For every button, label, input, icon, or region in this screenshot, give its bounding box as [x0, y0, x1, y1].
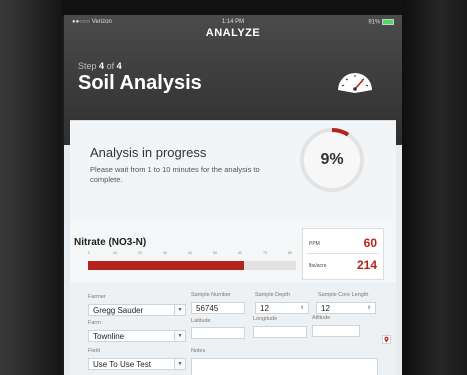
lbs-unit: lbs/acre — [309, 263, 327, 269]
battery-indicator: 91% — [368, 19, 394, 26]
farmer-select[interactable]: Gregg Sauder — [88, 304, 176, 316]
altitude-input[interactable] — [312, 325, 360, 337]
sample-number-input[interactable]: 56745 — [191, 302, 245, 314]
device-bezel-top — [62, 0, 402, 16]
longitude-label: Longitude — [253, 316, 278, 322]
battery-icon — [382, 19, 394, 25]
notes-textarea[interactable] — [191, 358, 378, 375]
core-stepper-icon[interactable]: ⬍ — [367, 305, 371, 311]
farmer-dropdown-button[interactable]: ▼ — [174, 304, 186, 316]
sample-form: Farmer Gregg Sauder ▼ Farm Townline ▼ Fi… — [70, 282, 396, 375]
field-label: Field — [88, 348, 100, 354]
sample-depth-label: Sample Depth — [255, 292, 290, 298]
analysis-title: Analysis in progress — [90, 145, 207, 160]
scale-tick: 20 — [138, 251, 142, 255]
nitrate-scale: 0 10 20 30 40 50 60 70 80 — [88, 251, 298, 257]
gauge-icon — [338, 73, 372, 93]
analysis-card: Analysis in progress Please wait from 1 … — [70, 120, 396, 221]
step-prefix: Step — [78, 61, 97, 71]
nav-title: ANALYZE — [205, 27, 261, 39]
longitude-input[interactable] — [253, 326, 307, 338]
location-pin-icon[interactable] — [382, 335, 391, 344]
chevron-down-icon: ▼ — [177, 333, 183, 339]
sample-number-label: Sample Number — [191, 292, 231, 298]
latitude-input[interactable] — [191, 327, 245, 339]
scale-tick: 10 — [113, 251, 117, 255]
device-bezel-right — [402, 0, 467, 375]
chevron-down-icon: ▼ — [177, 307, 183, 313]
altitude-label: Altitude — [312, 315, 331, 321]
ppm-value: 60 — [363, 236, 377, 250]
step-indicator: Step 4 of 4 — [78, 61, 122, 71]
latitude-label: Latitude — [191, 318, 211, 324]
nitrate-readings: PPM 60 lbs/acre 214 — [302, 228, 384, 280]
nitrate-bar-track — [88, 261, 296, 270]
scale-tick: 80 — [288, 251, 292, 255]
farm-label: Farm — [88, 320, 101, 326]
scale-tick: 40 — [188, 251, 192, 255]
scale-tick: 50 — [213, 251, 217, 255]
nitrate-label: Nitrate (NO3-N) — [74, 237, 147, 248]
core-length-label: Sample Core Length — [318, 292, 369, 298]
scale-tick: 60 — [238, 251, 242, 255]
nitrate-bar-fill — [88, 261, 244, 270]
notes-label: Notes — [191, 348, 206, 354]
field-select[interactable]: Use To Use Test — [88, 358, 176, 370]
scale-tick: 30 — [163, 251, 167, 255]
step-total: 4 — [116, 61, 122, 71]
lbs-value: 214 — [356, 258, 377, 272]
step-of: of — [106, 61, 115, 71]
device-bezel-left — [0, 0, 62, 375]
analysis-description: Please wait from 1 to 10 minutes for the… — [90, 165, 260, 184]
battery-percent: 91% — [368, 19, 381, 26]
scale-tick: 70 — [263, 251, 267, 255]
readings-divider — [307, 253, 379, 254]
ppm-unit: PPM — [309, 241, 320, 247]
nitrate-panel: Nitrate (NO3-N) 0 10 20 30 40 50 60 70 80 PPM 60… — [70, 220, 396, 282]
farmer-label: Farmer — [88, 294, 106, 300]
depth-stepper-icon[interactable]: ⬍ — [300, 305, 304, 311]
app-screen: ●●○○○ Verizon 1:14 PM 91% ANALYZE Step 4… — [64, 15, 402, 375]
farm-select[interactable]: Townline — [88, 330, 176, 342]
field-dropdown-button[interactable]: ▼ — [174, 358, 186, 370]
step-current: 4 — [99, 61, 105, 71]
scale-tick: 0 — [88, 251, 90, 255]
status-time: 1:14 PM — [221, 19, 245, 25]
chevron-down-icon: ▼ — [177, 361, 183, 367]
farm-dropdown-button[interactable]: ▼ — [174, 330, 186, 342]
page-title: Soil Analysis — [78, 72, 202, 94]
progress-percent: 9% — [320, 151, 344, 168]
